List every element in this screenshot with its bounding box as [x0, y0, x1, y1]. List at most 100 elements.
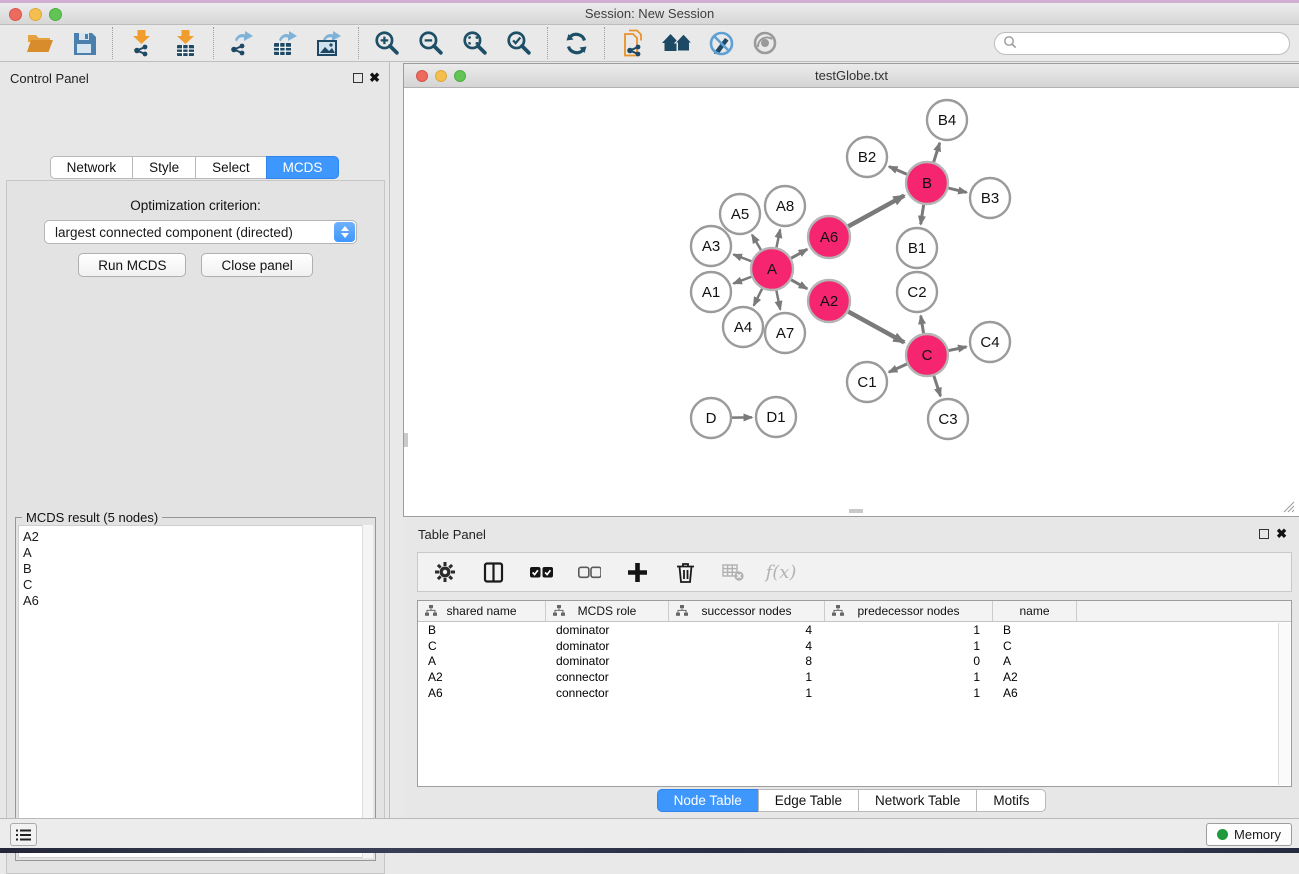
columns-icon[interactable] — [480, 559, 506, 585]
node-B1[interactable]: B1 — [897, 228, 937, 268]
criterion-select[interactable]: largest connected component (directed) — [44, 220, 357, 244]
search-box[interactable] — [994, 32, 1290, 55]
task-history-button[interactable] — [10, 823, 37, 846]
network-window-titlebar[interactable]: testGlobe.txt — [404, 64, 1299, 88]
resize-grip-icon[interactable] — [1281, 499, 1295, 513]
node-C3[interactable]: C3 — [928, 399, 968, 439]
horizontal-scroll-indicator[interactable] — [849, 509, 863, 513]
cell-MCDS-role[interactable]: connector — [546, 686, 669, 700]
table-row-A[interactable]: Adominator80A — [418, 654, 1291, 670]
node-A7[interactable]: A7 — [765, 313, 805, 353]
edge-A-A7[interactable] — [776, 291, 780, 310]
delete-row-icon[interactable] — [672, 559, 698, 585]
import-network-icon[interactable] — [126, 28, 156, 58]
edge-B-B3[interactable] — [948, 188, 966, 192]
home-icon[interactable] — [662, 28, 692, 58]
table-close-icon[interactable]: ✖ — [1276, 526, 1287, 542]
cell-name[interactable]: A6 — [993, 686, 1077, 700]
search-input[interactable] — [1022, 36, 1281, 52]
column-header-successor-nodes[interactable]: successor nodes — [669, 601, 825, 621]
run-mcds-button[interactable]: Run MCDS — [78, 253, 186, 277]
zoom-fit-icon[interactable] — [460, 28, 490, 58]
node-C4[interactable]: C4 — [970, 322, 1010, 362]
result-scrollbar[interactable] — [362, 525, 373, 858]
cell-predecessor-nodes[interactable]: 1 — [825, 623, 993, 637]
float-panel-icon[interactable] — [353, 73, 363, 83]
tab-motifs[interactable]: Motifs — [976, 789, 1046, 812]
edge-B-B2[interactable] — [889, 167, 907, 175]
cell-successor-nodes[interactable]: 4 — [669, 623, 825, 637]
edge-C-C4[interactable] — [949, 347, 967, 351]
column-header-shared-name[interactable]: shared name — [418, 601, 546, 621]
node-A8[interactable]: A8 — [765, 186, 805, 226]
node-A4[interactable]: A4 — [723, 307, 763, 347]
cell-successor-nodes[interactable]: 4 — [669, 639, 825, 653]
table-row-A6[interactable]: A6connector11A6 — [418, 685, 1291, 701]
edge-A-A3[interactable] — [733, 254, 751, 261]
cell-shared-name[interactable]: A2 — [418, 670, 546, 684]
table-scrollbar[interactable] — [1278, 623, 1290, 785]
node-A6[interactable]: A6 — [808, 216, 850, 258]
column-header-name[interactable]: name — [993, 601, 1077, 621]
cell-MCDS-role[interactable]: dominator — [546, 654, 669, 668]
save-session-icon[interactable] — [69, 28, 99, 58]
cell-predecessor-nodes[interactable]: 1 — [825, 670, 993, 684]
mcds-result-list[interactable]: A2ABCA6 — [18, 525, 373, 858]
edge-C-C2[interactable] — [921, 316, 924, 334]
node-A3[interactable]: A3 — [691, 226, 731, 266]
node-B4[interactable]: B4 — [927, 100, 967, 140]
cell-shared-name[interactable]: B — [418, 623, 546, 637]
table-row-A2[interactable]: A2connector11A2 — [418, 669, 1291, 685]
cell-MCDS-role[interactable]: dominator — [546, 639, 669, 653]
cell-shared-name[interactable]: A6 — [418, 686, 546, 700]
zoom-out-icon[interactable] — [416, 28, 446, 58]
birdseye-view-icon[interactable] — [750, 28, 780, 58]
edge-A-A5[interactable] — [752, 235, 761, 250]
cell-name[interactable]: B — [993, 623, 1077, 637]
cell-MCDS-role[interactable]: connector — [546, 670, 669, 684]
result-item-C[interactable]: C — [23, 577, 372, 593]
node-B[interactable]: B — [906, 162, 948, 204]
close-panel-icon[interactable]: ✖ — [369, 70, 380, 86]
node-A2[interactable]: A2 — [808, 280, 850, 322]
export-network-icon[interactable] — [227, 28, 257, 58]
node-table[interactable]: shared nameMCDS rolesuccessor nodesprede… — [417, 600, 1292, 787]
deselect-all-icon[interactable] — [576, 559, 602, 585]
column-header-MCDS-role[interactable]: MCDS role — [546, 601, 669, 621]
edge-A6-B[interactable] — [848, 196, 904, 227]
cell-name[interactable]: A — [993, 654, 1077, 668]
edge-A-A8[interactable] — [776, 230, 780, 248]
node-A1[interactable]: A1 — [691, 272, 731, 312]
refresh-layout-icon[interactable] — [561, 28, 591, 58]
tab-style[interactable]: Style — [132, 156, 196, 179]
node-D1[interactable]: D1 — [756, 397, 796, 437]
edge-A-A6[interactable] — [791, 249, 807, 258]
table-row-C[interactable]: Cdominator41C — [418, 638, 1291, 654]
cell-predecessor-nodes[interactable]: 1 — [825, 639, 993, 653]
cell-predecessor-nodes[interactable]: 1 — [825, 686, 993, 700]
result-item-A[interactable]: A — [23, 545, 372, 561]
open-session-icon[interactable] — [25, 28, 55, 58]
table-row-B[interactable]: Bdominator41B — [418, 622, 1291, 638]
tab-node-table[interactable]: Node Table — [657, 789, 759, 812]
edge-C-C1[interactable] — [889, 364, 907, 372]
memory-button[interactable]: Memory — [1206, 823, 1292, 846]
node-C1[interactable]: C1 — [847, 362, 887, 402]
new-network-icon[interactable] — [618, 28, 648, 58]
edge-A2-C[interactable] — [848, 312, 904, 343]
add-row-icon[interactable] — [624, 559, 650, 585]
table-float-icon[interactable] — [1259, 529, 1269, 539]
cell-successor-nodes[interactable]: 8 — [669, 654, 825, 668]
column-header-predecessor-nodes[interactable]: predecessor nodes — [825, 601, 993, 621]
network-canvas[interactable]: B4B2BB3A8A5A6A3B1AA1C2A2A4A7C4CC1C3DD1 — [404, 88, 1297, 515]
cell-predecessor-nodes[interactable]: 0 — [825, 654, 993, 668]
edge-A-A4[interactable] — [754, 289, 762, 306]
tab-network[interactable]: Network — [50, 156, 134, 179]
network-graph[interactable]: B4B2BB3A8A5A6A3B1AA1C2A2A4A7C4CC1C3DD1 — [404, 88, 1297, 515]
cell-name[interactable]: C — [993, 639, 1077, 653]
node-C[interactable]: C — [906, 334, 948, 376]
edge-B-B1[interactable] — [921, 205, 924, 225]
cell-shared-name[interactable]: A — [418, 654, 546, 668]
node-B3[interactable]: B3 — [970, 178, 1010, 218]
vertical-scroll-indicator[interactable] — [404, 433, 408, 447]
